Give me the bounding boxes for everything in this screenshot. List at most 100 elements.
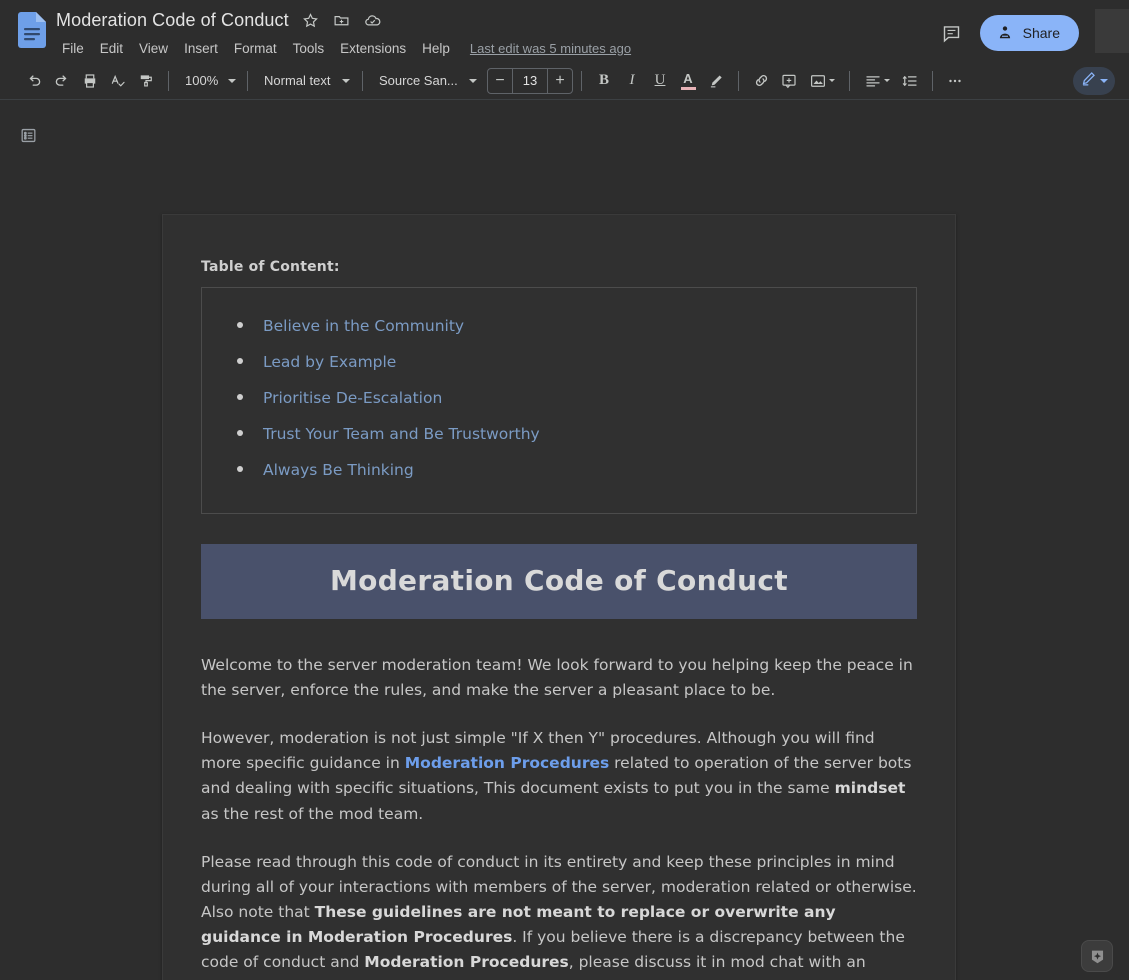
paragraph-run: as the rest of the mod team. <box>201 804 424 823</box>
header-actions: Share <box>934 9 1129 53</box>
list-item[interactable]: Lead by Example <box>202 353 916 371</box>
menu-tools[interactable]: Tools <box>285 39 333 58</box>
bullet-icon <box>237 394 243 401</box>
share-button-label: Share <box>1022 25 1060 41</box>
line-spacing-icon[interactable] <box>896 67 924 95</box>
google-docs-icon[interactable] <box>18 12 46 48</box>
bold-button[interactable]: B <box>590 67 618 95</box>
undo-icon[interactable] <box>20 67 48 95</box>
text-color-button[interactable]: A <box>674 67 702 95</box>
text-color-swatch <box>680 87 696 90</box>
print-icon[interactable] <box>76 67 104 95</box>
bullet-icon <box>237 430 243 437</box>
chevron-down-icon <box>342 78 350 83</box>
outline-rail <box>0 100 56 980</box>
document-outline-icon[interactable] <box>15 122 41 148</box>
link-moderation-procedures[interactable]: Moderation Procedures <box>405 754 609 772</box>
formatting-toolbar: 100% Normal text Source San... − 13 + B … <box>0 62 1129 100</box>
document-page[interactable]: Table of Content: Believe in the Communi… <box>162 214 956 980</box>
toc-list: Believe in the Community Lead by Example… <box>202 317 916 479</box>
toc-link-believe-in-the-community[interactable]: Believe in the Community <box>263 317 464 335</box>
font-size-stepper: − 13 + <box>487 67 573 94</box>
app-header: Moderation Code of Conduct File Edit Vie… <box>0 0 1129 62</box>
toolbar-divider <box>247 70 248 91</box>
toolbar-divider <box>849 70 850 91</box>
pencil-edit-icon <box>1080 70 1097 92</box>
star-icon[interactable] <box>300 9 322 31</box>
toolbar-divider <box>362 70 363 91</box>
align-button[interactable] <box>858 67 896 95</box>
menu-help[interactable]: Help <box>414 39 458 58</box>
more-options-icon[interactable] <box>941 67 969 95</box>
font-family-value: Source San... <box>379 73 458 88</box>
table-of-contents: Believe in the Community Lead by Example… <box>201 287 917 515</box>
list-item[interactable]: Prioritise De-Escalation <box>202 390 916 407</box>
chevron-down-icon <box>469 78 477 83</box>
share-button[interactable]: Share <box>979 15 1079 51</box>
paragraph-please-read: Please read through this code of conduct… <box>201 850 917 980</box>
italic-button[interactable]: I <box>618 67 646 95</box>
paragraph-run: Welcome to the server moderation team! W… <box>201 656 913 700</box>
document-main-heading: Moderation Code of Conduct <box>330 564 788 598</box>
paragraph-style-dropdown[interactable]: Normal text <box>256 67 354 95</box>
list-item[interactable]: Always Be Thinking <box>202 462 916 479</box>
toc-link-always-be-thinking[interactable]: Always Be Thinking <box>263 462 414 479</box>
paragraph-welcome: Welcome to the server moderation team! W… <box>201 653 917 703</box>
menu-edit[interactable]: Edit <box>92 39 131 58</box>
add-comment-icon[interactable] <box>775 67 803 95</box>
cloud-saved-icon[interactable] <box>362 9 384 31</box>
last-edit-status[interactable]: Last edit was 5 minutes ago <box>470 41 631 56</box>
insert-link-icon[interactable] <box>747 67 775 95</box>
toolbar-divider <box>581 70 582 91</box>
font-size-increase-button[interactable]: + <box>548 69 572 93</box>
avatar[interactable] <box>1095 9 1129 53</box>
list-item[interactable]: Believe in the Community <box>202 317 916 335</box>
gemini-sparkle-icon[interactable] <box>1081 940 1113 972</box>
font-size-input[interactable]: 13 <box>512 68 548 93</box>
spellcheck-icon[interactable] <box>104 67 132 95</box>
share-person-icon <box>996 24 1014 42</box>
chevron-down-icon <box>1100 79 1108 83</box>
document-workspace: Table of Content: Believe in the Communi… <box>0 100 1129 980</box>
menu-file[interactable]: File <box>54 39 92 58</box>
align-left-icon <box>864 72 882 90</box>
highlight-pen-icon[interactable] <box>702 67 730 95</box>
toc-link-lead-by-example[interactable]: Lead by Example <box>263 353 396 371</box>
paragraph-style-value: Normal text <box>264 73 331 88</box>
menu-extensions[interactable]: Extensions <box>332 39 414 58</box>
page-title[interactable]: Moderation Code of Conduct <box>54 10 291 31</box>
emphasis-mindset: mindset <box>834 779 906 798</box>
menu-insert[interactable]: Insert <box>176 39 226 58</box>
toc-link-prioritise-de-escalation[interactable]: Prioritise De-Escalation <box>263 390 442 407</box>
chevron-down-icon <box>829 79 835 82</box>
text-color-letter: A <box>683 71 693 86</box>
move-to-folder-icon[interactable] <box>331 9 353 31</box>
insert-image-icon <box>809 72 827 90</box>
toolbar-divider <box>738 70 739 91</box>
list-item[interactable]: Trust Your Team and Be Trustworthy <box>202 426 916 443</box>
menu-format[interactable]: Format <box>226 39 285 58</box>
chevron-down-icon <box>884 79 890 82</box>
redo-icon[interactable] <box>48 67 76 95</box>
paragraph-however: However, moderation is not just simple "… <box>201 726 917 826</box>
font-size-decrease-button[interactable]: − <box>488 69 512 93</box>
zoom-level-value: 100% <box>185 73 219 88</box>
toc-label: Table of Content: <box>201 259 340 275</box>
chevron-down-icon <box>228 78 237 83</box>
font-family-dropdown[interactable]: Source San... <box>371 67 481 95</box>
editing-mode-button[interactable] <box>1073 67 1115 95</box>
emphasis-moderation-procedures: Moderation Procedures <box>364 953 569 972</box>
underline-button[interactable]: U <box>646 67 674 95</box>
bullet-icon <box>237 322 243 328</box>
menu-view[interactable]: View <box>131 39 176 58</box>
bullet-icon <box>237 466 243 473</box>
paint-format-icon[interactable] <box>132 67 160 95</box>
zoom-level-dropdown[interactable]: 100% <box>177 67 239 95</box>
document-title-banner: Moderation Code of Conduct <box>201 544 917 620</box>
bullet-icon <box>237 358 243 365</box>
toc-link-trust-your-team[interactable]: Trust Your Team and Be Trustworthy <box>263 426 540 443</box>
toolbar-divider <box>932 70 933 91</box>
comment-history-icon[interactable] <box>934 15 970 51</box>
insert-image-button[interactable] <box>803 67 841 95</box>
toolbar-divider <box>168 70 169 91</box>
